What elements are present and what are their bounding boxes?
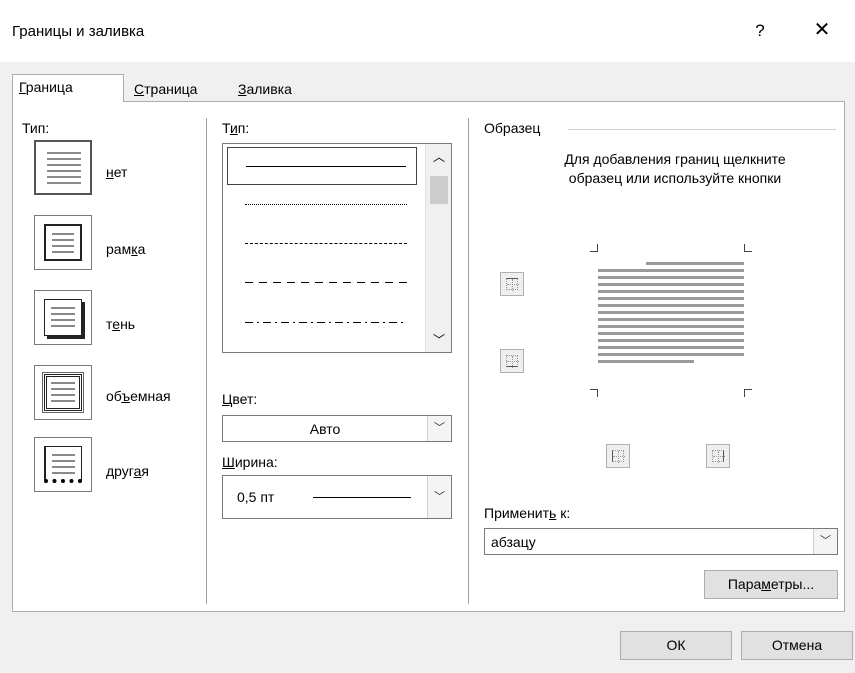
scroll-thumb[interactable] [430,176,448,204]
width-sample-line [313,497,411,498]
color-value: Авто [309,421,341,437]
corner-mark [590,244,598,252]
top-border-icon [506,278,519,291]
setting-shadow-button[interactable] [34,290,92,345]
corner-mark [590,389,598,397]
page-custom-icon [44,446,82,483]
setting-none-label: нет [106,164,128,180]
close-button[interactable]: ✕ [805,16,839,46]
column-separator [206,118,207,604]
left-border-button[interactable] [606,444,630,468]
bottom-border-button[interactable] [500,349,524,373]
cancel-button[interactable]: Отмена [741,631,853,660]
line-style-solid[interactable] [227,147,417,185]
setting-none-button[interactable] [34,140,92,195]
setting-box-button[interactable] [34,215,92,270]
chevron-down-icon[interactable]: ﹀ [813,529,837,554]
options-button[interactable]: Параметры... [704,570,838,599]
line-style-dash[interactable] [227,264,417,302]
corner-mark [744,244,752,252]
setting-box-label: рамка [106,241,146,257]
preview-group-line [568,129,836,130]
style-label: Тип: [222,120,250,136]
page-shadow-icon [44,299,82,336]
width-dropdown[interactable]: 0,5 пт ﹀ [222,475,452,519]
top-border-button[interactable] [500,272,524,296]
left-border-icon [612,450,625,463]
preview-hint: Для добавления границ щелкните образец и… [564,151,786,186]
setting-3d-label: объемная [106,388,171,404]
corner-mark [744,389,752,397]
preview-area[interactable] [598,262,744,363]
line-style-list[interactable]: ︿ ﹀ [222,143,452,353]
dialog-title: Границы и заливка [12,23,145,40]
help-button[interactable]: ? [745,16,775,46]
preview-label: Образец [484,120,541,136]
tab-page[interactable]: Страница [128,77,230,102]
width-value: 0,5 пт [237,489,275,505]
color-label: Цвет: [222,391,258,407]
setting-3d-button[interactable] [34,365,92,420]
style-scrollbar[interactable]: ︿ ﹀ [425,144,451,352]
chevron-down-icon[interactable]: ﹀ [427,416,451,441]
color-dropdown[interactable]: Авто ﹀ [222,415,452,442]
apply-to-value: абзацу [491,534,536,550]
line-style-small-dash[interactable] [227,225,417,263]
scroll-down-icon[interactable]: ﹀ [426,331,452,348]
setting-label: Тип: [22,120,50,136]
column-separator [468,118,469,604]
apply-to-label: Применить к: [484,505,571,521]
scroll-up-icon[interactable]: ︿ [426,148,452,165]
line-style-dotted[interactable] [227,186,417,224]
setting-custom-label: другая [106,463,149,479]
width-label: Ширина: [222,454,278,470]
tab-border[interactable]: Граница [12,74,124,102]
ok-button[interactable]: ОК [620,631,732,660]
right-border-icon [712,450,725,463]
line-style-dash-dot[interactable] [227,304,417,342]
page-box-icon [44,224,82,261]
chevron-down-icon[interactable]: ﹀ [427,476,451,518]
page-3d-icon [42,372,84,413]
close-icon: ✕ [813,19,831,41]
setting-shadow-label: тень [106,316,136,332]
right-border-button[interactable] [706,444,730,468]
setting-custom-button[interactable] [34,437,92,492]
tab-fill[interactable]: Заливка [232,77,328,102]
bottom-border-icon [506,355,519,368]
apply-to-dropdown[interactable]: абзацу ﹀ [484,528,838,555]
page-none-icon [45,150,83,187]
